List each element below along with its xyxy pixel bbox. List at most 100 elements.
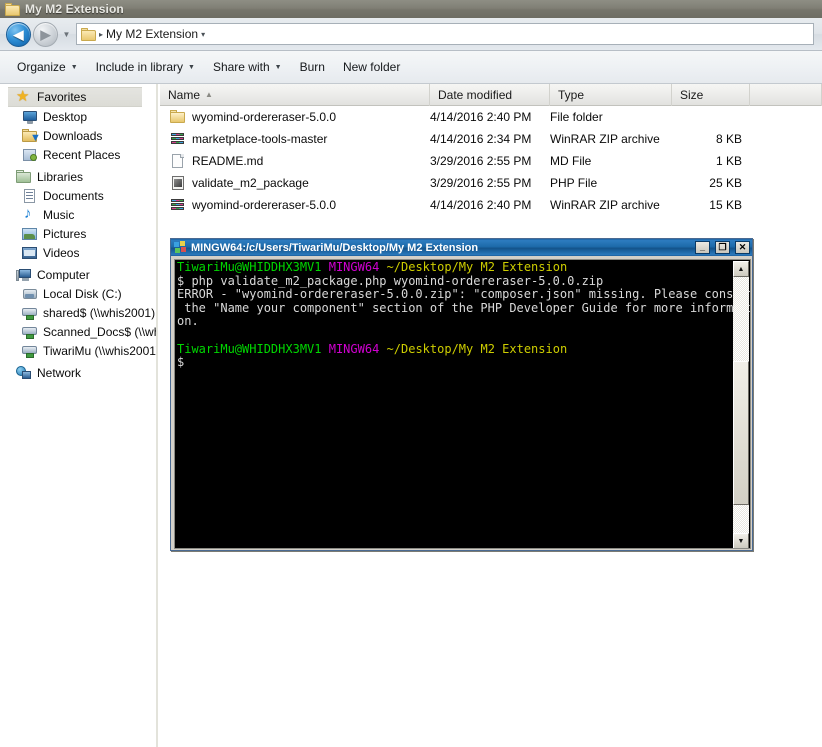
file-name-cell[interactable]: validate_m2_package [160,175,430,191]
terminal-line: TiwariMu@WHIDDHX3MV1 MINGW64 ~/Desktop/M… [177,341,728,357]
mingw64-terminal-window[interactable]: MINGW64:/c/Users/TiwariMu/Desktop/My M2 … [170,238,753,551]
column-header-label: Size [680,87,704,102]
terminal-segment [322,260,329,274]
column-header-size[interactable]: Size [672,83,750,106]
back-button[interactable]: ◀ [6,21,31,47]
file-name-cell[interactable]: wyomind-ordereraser-5.0.0 [160,197,430,213]
sidebar-item-favorites[interactable]: Favorites [8,87,142,107]
pane-divider[interactable] [156,84,158,747]
sidebar-item-label: shared$ (\\whis2001) [43,305,156,320]
command-new-folder[interactable]: New folder [334,56,409,78]
file-date-cell: 4/14/2016 2:40 PM [430,110,532,124]
file-name-cell[interactable]: README.md [160,153,430,169]
sidebar-item-label: Scanned_Docs$ (\\whi [43,324,158,339]
star-icon [16,87,32,105]
sidebar-item-recent-places[interactable]: Recent Places [0,145,158,164]
scrollbar-thumb[interactable] [733,361,749,505]
libraries-icon [16,169,32,185]
sidebar-item-label: Local Disk (C:) [43,286,122,301]
sidebar-item-local-disk-c[interactable]: Local Disk (C:) [0,284,158,303]
file-name-label: wyomind-ordereraser-5.0.0 [192,198,337,212]
terminal-segment: TiwariMu@WHIDDHX3MV1 [177,341,322,356]
table-row[interactable]: validate_m2_package 3/29/2016 2:55 PM PHP … [160,172,822,194]
file-date-cell: 4/14/2016 2:34 PM [430,132,532,146]
table-row[interactable]: README.md 3/29/2016 2:55 PM MD File 1 KB [160,150,822,172]
terminal-title-bar[interactable]: MINGW64:/c/Users/TiwariMu/Desktop/My M2 … [171,239,752,256]
sidebar-item-music[interactable]: Music [0,205,158,224]
terminal-line: ERROR - "wyomind-ordereraser-5.0.0.zip":… [177,287,750,302]
terminal-segment: MINGW64 [328,260,380,274]
file-size-cell: 1 KB [715,154,742,168]
file-list: Name ▲ Date modified Type Size wyomind-order… [160,83,822,216]
minimize-button[interactable]: _ [695,241,710,254]
forward-button[interactable]: ▶ [33,21,58,47]
sidebar-item-label: Documents [43,188,104,203]
terminal-output-area[interactable]: TiwariMu@WHIDDHX3MV1 MINGW64 ~/Desktop/M… [174,259,751,549]
sidebar-item-label: Computer [37,267,90,282]
sidebar-item-network[interactable]: Network [0,363,158,382]
scroll-down-button[interactable]: ▼ [733,533,749,548]
table-row[interactable]: wyomind-ordereraser-5.0.0 4/14/2016 2:40 … [160,106,822,128]
sidebar-item-pictures[interactable]: Pictures [0,224,158,243]
monitor-icon [22,109,38,125]
chevron-down-icon: ▼ [188,63,195,71]
chevron-down-icon: ▼ [62,29,71,39]
breadcrumb-separator-2[interactable]: ▾ [201,30,205,39]
sidebar-item-label: Music [43,207,75,222]
command-share-with[interactable]: Share with ▼ [204,56,291,78]
table-row[interactable]: wyomind-ordereraser-5.0.0 4/14/2016 2:40 … [160,194,822,216]
sidebar-item-documents[interactable]: Documents [0,186,158,205]
file-name-cell[interactable]: marketplace-tools-master [160,131,430,147]
column-header-label: Date modified [438,87,513,102]
maximize-button[interactable]: ❐ [715,241,730,254]
back-arrow-icon: ◀ [13,26,24,42]
terminal-segment: the "Name your component" section of the… [177,300,751,315]
sidebar-item-scanned-docs-whi[interactable]: Scanned_Docs$ (\\whi [0,322,158,341]
file-name-cell[interactable]: wyomind-ordereraser-5.0.0 [160,109,430,125]
chevron-down-icon: ▼ [274,63,282,71]
computer-icon [16,267,32,283]
sidebar-item-label: TiwariMu (\\whis2001\ [43,343,158,358]
terminal-segment: ~/Desktop/My M2 Extension [386,260,568,274]
file-size-cell: 8 KB [715,132,742,146]
command-burn[interactable]: Burn [291,56,334,78]
nav-group-network: Network [0,363,158,382]
scroll-up-button[interactable]: ▲ [733,261,749,277]
command-include-in-library[interactable]: Include in library ▼ [87,56,204,78]
sidebar-item-libraries[interactable]: Libraries [0,167,158,186]
sidebar-item-shared-whis2001[interactable]: shared$ (\\whis2001) [0,303,158,322]
command-organize[interactable]: Organize ▼ [8,56,87,78]
terminal-segment: MINGW64 [328,341,380,356]
column-header-date-modified[interactable]: Date modified [430,83,550,106]
mingw-icon [174,241,187,254]
column-header-type[interactable]: Type [550,83,672,106]
terminal-line: TiwariMu@WHIDDHX3MV1 MINGW64 ~/Desktop/M… [177,260,728,275]
terminal-scrollbar[interactable]: ▲ ▼ [733,261,749,548]
command-label: Burn [299,60,325,74]
close-button[interactable]: ✕ [735,241,750,254]
blank-document-icon [170,153,186,169]
winrar-archive-icon [170,197,186,213]
table-row[interactable]: marketplace-tools-master 4/14/2016 2:34 P… [160,128,822,150]
file-rows: wyomind-ordereraser-5.0.0 4/14/2016 2:40 … [160,106,822,216]
terminal-line: $ php validate_m2_package.php wyomind-or… [177,274,728,289]
breadcrumb[interactable]: ▸ My M2 Extension ▾ [76,23,814,45]
network-drive-icon [22,305,38,321]
file-date-cell: 3/29/2016 2:55 PM [430,154,532,168]
recent-pages-button[interactable]: ▼ [60,23,73,45]
terminal-segment: on. [177,314,199,329]
column-header-filler [750,83,822,106]
nav-group-favorites: FavoritesDesktop▼DownloadsRecent Places [0,87,158,164]
nav-group-libraries: Libraries Documents Music Pictures Videos [0,167,158,262]
sidebar-item-downloads[interactable]: ▼ Downloads [0,126,158,145]
network-icon [16,365,32,381]
sidebar-item-desktop[interactable]: Desktop [0,107,158,126]
terminal-segment [379,260,386,274]
address-bar: ◀ ▶ ▼ ▸ My M2 Extension ▾ [0,18,822,51]
sidebar-item-tiwarimu-whis2001[interactable]: TiwariMu (\\whis2001\ [0,341,158,360]
sidebar-item-videos[interactable]: Videos [0,243,158,262]
sidebar-item-computer[interactable]: Computer [0,265,158,284]
breadcrumb-path[interactable]: My M2 Extension [106,27,198,41]
file-type-cell: PHP File [550,176,598,190]
column-header-name[interactable]: Name ▲ [160,83,430,106]
